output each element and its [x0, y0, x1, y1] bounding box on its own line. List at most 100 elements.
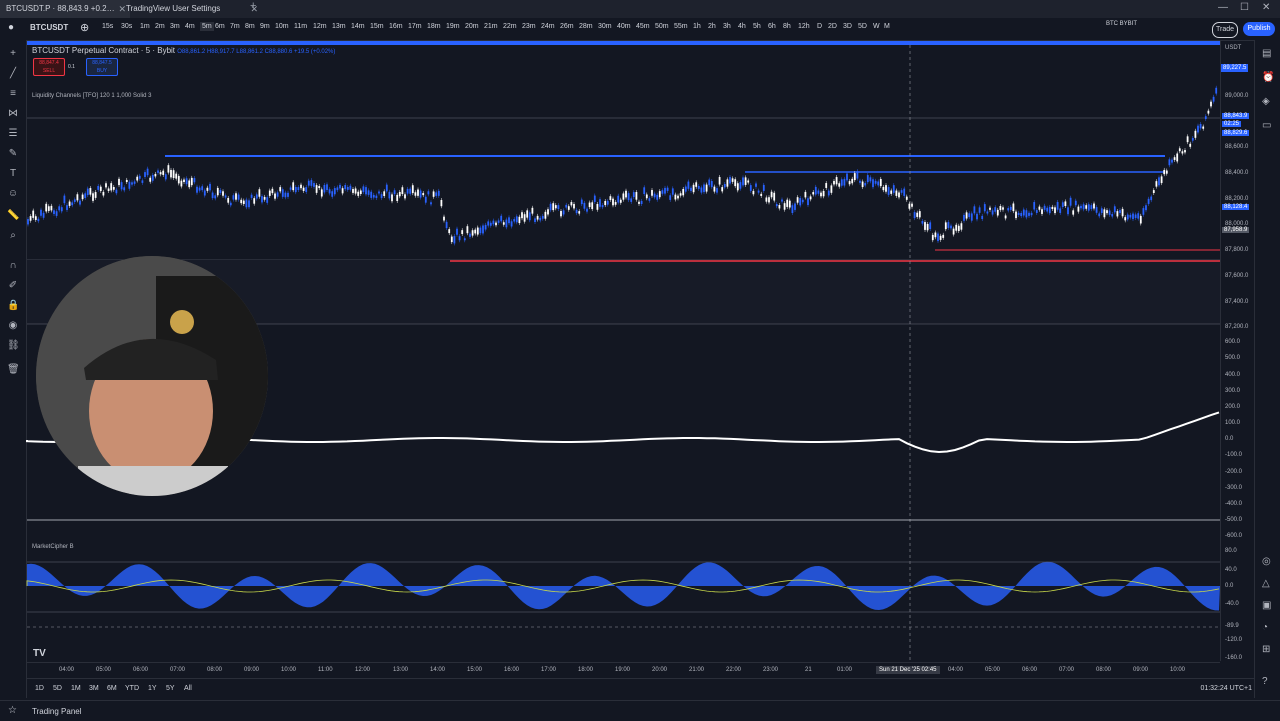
candle: [300, 184, 302, 189]
candle: [237, 194, 240, 200]
candle: [510, 221, 513, 227]
candle: [279, 187, 282, 192]
candle: [128, 181, 131, 189]
candle: [929, 222, 932, 229]
candle: [214, 195, 217, 199]
price-tick: 87,800.0: [1225, 247, 1249, 253]
candle: [609, 196, 612, 200]
candle: [877, 181, 880, 186]
candle: [105, 183, 107, 188]
candle: [965, 212, 968, 219]
price-axis[interactable]: USDT 89,000.0 88,600.0 88,400.0 88,200.0 88,…: [1220, 41, 1255, 661]
price-tick: 88,200.0: [1225, 196, 1249, 202]
candle: [575, 209, 578, 214]
time-axis[interactable]: 04:00 05:00 06:00 07:00 08:00 09:00 10:00 11:00…: [27, 662, 1220, 677]
candle: [820, 192, 822, 197]
candle: [861, 181, 864, 188]
range-1m[interactable]: 1M: [71, 685, 81, 692]
candle: [380, 194, 383, 199]
candle: [586, 208, 588, 212]
candle: [229, 202, 232, 206]
range-6m[interactable]: 6M: [107, 685, 117, 692]
candle: [505, 219, 508, 228]
candle: [1064, 201, 1067, 207]
candle: [731, 178, 734, 182]
candle: [440, 200, 443, 207]
candle: [63, 195, 66, 204]
candle: [42, 212, 45, 218]
range-5y[interactable]: 5Y: [166, 685, 175, 692]
candle: [801, 199, 804, 203]
time-tick: 06:00: [133, 667, 149, 673]
candle: [617, 195, 620, 203]
osc-tick: -400.0: [1225, 501, 1243, 507]
range-1d[interactable]: 1D: [35, 685, 44, 692]
candle: [552, 203, 555, 211]
candle: [508, 217, 510, 224]
candle: [209, 183, 211, 191]
candle: [601, 205, 604, 208]
candle: [1054, 207, 1056, 214]
osc-tick: -100.0: [1225, 452, 1243, 458]
top-scroll-bar: [27, 41, 1220, 45]
candle: [266, 197, 269, 203]
candle: [1090, 205, 1093, 210]
range-3m[interactable]: 3M: [89, 685, 99, 692]
time-tick: 04:00: [948, 667, 964, 673]
candle: [1126, 214, 1129, 220]
candle: [721, 187, 724, 192]
candle: [638, 201, 640, 204]
candle: [588, 202, 591, 208]
range-5d[interactable]: 5D: [53, 685, 62, 692]
symbol-legend[interactable]: BTCUSDT Perpetual Contract · 5 · Bybit O…: [32, 46, 335, 55]
candle: [136, 176, 139, 181]
candle: [783, 203, 786, 210]
buy-button[interactable]: 88,847.5 BUY: [86, 58, 118, 76]
range-1y[interactable]: 1Y: [148, 685, 157, 692]
lower-indicator-legend[interactable]: MarketCipher B: [32, 544, 74, 550]
currency-label[interactable]: USDT: [1225, 45, 1241, 51]
candle: [1116, 211, 1119, 217]
candle: [27, 219, 29, 225]
candle: [430, 202, 432, 205]
range-all[interactable]: All: [184, 685, 192, 692]
indicator-legend[interactable]: Liquidity Channels [TFO] 120 1 1,000 Sol…: [32, 93, 151, 99]
candle: [476, 227, 479, 235]
candle: [705, 184, 708, 192]
candle: [1145, 205, 1147, 211]
price-marker: 02:25: [1222, 121, 1242, 127]
clock[interactable]: 01:32:24 UTC+1: [1200, 685, 1252, 692]
candle: [188, 180, 191, 188]
candle: [263, 196, 266, 200]
range-ytd[interactable]: YTD: [125, 685, 139, 692]
time-tick: 09:00: [1133, 667, 1149, 673]
star-icon[interactable]: ☆: [8, 705, 17, 716]
time-tick: 19:00: [615, 667, 631, 673]
candle: [872, 179, 874, 188]
candle: [359, 190, 362, 194]
sell-label: SELL: [42, 68, 56, 74]
candle: [1191, 138, 1194, 141]
candle: [814, 186, 817, 195]
trading-panel-label[interactable]: Trading Panel: [32, 707, 82, 716]
candle: [1022, 209, 1025, 216]
sell-button[interactable]: 88,847.4 SELL: [33, 58, 65, 76]
candle: [734, 179, 737, 187]
candle: [1002, 207, 1004, 210]
candle: [448, 229, 451, 234]
candle: [534, 218, 536, 223]
osc-tick: 600.0: [1225, 339, 1241, 345]
candle: [541, 215, 544, 219]
candle: [700, 187, 703, 193]
candle: [565, 204, 568, 208]
trading-panel-bar[interactable]: ☆ Trading Panel: [0, 700, 1280, 721]
candle: [227, 197, 230, 203]
candle: [435, 192, 438, 196]
candle: [102, 191, 105, 196]
time-tick: 17:00: [541, 667, 557, 673]
candle: [791, 205, 794, 213]
candle: [1059, 208, 1062, 213]
buy-label: BUY: [96, 68, 108, 74]
candle: [671, 188, 674, 195]
candle: [107, 188, 110, 191]
